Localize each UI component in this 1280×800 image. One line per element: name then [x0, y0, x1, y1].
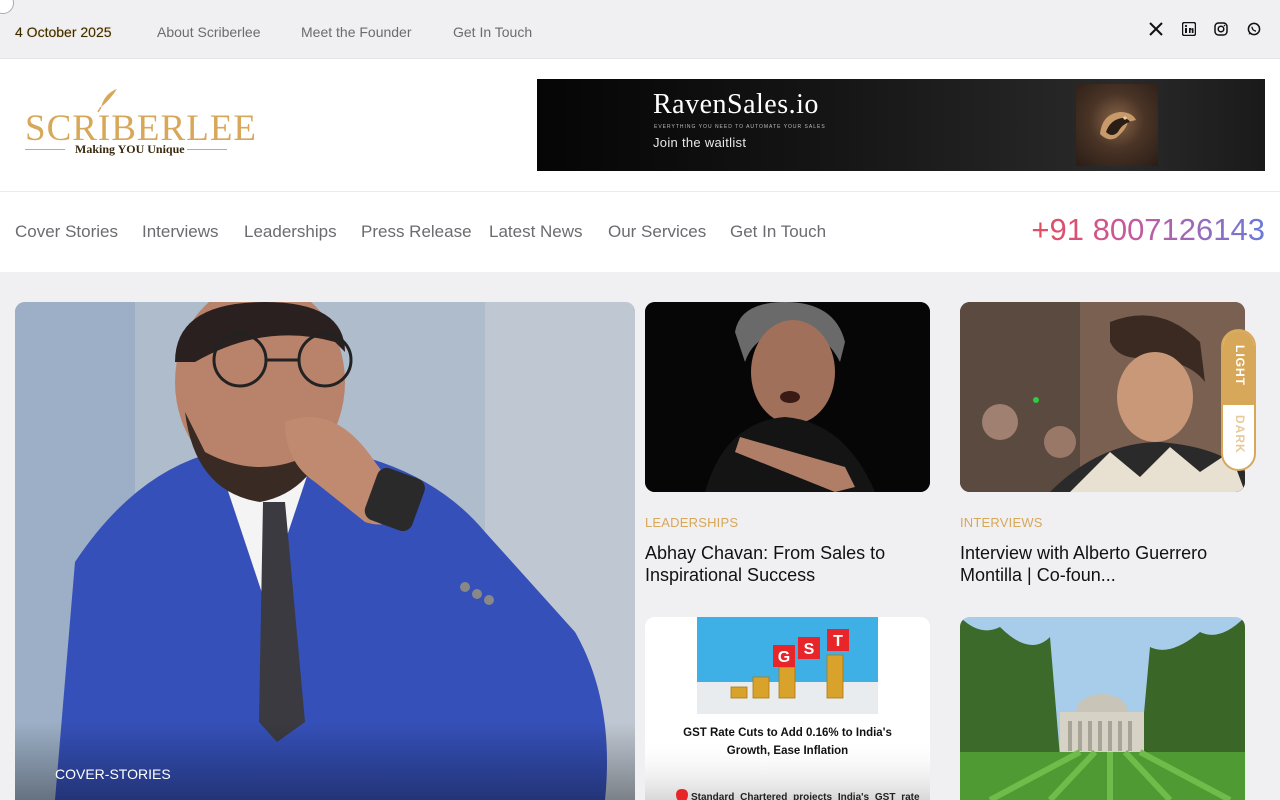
nav-our-services[interactable]: Our Services: [608, 222, 706, 242]
nav-latest-news[interactable]: Latest News: [489, 222, 583, 242]
nav-cover-stories[interactable]: Cover Stories: [15, 222, 118, 242]
banner-subtitle: EVERYTHING YOU NEED TO AUTOMATE YOUR SAL…: [654, 124, 826, 130]
gst-graphic: G S T: [645, 617, 930, 800]
card-title-alberto[interactable]: Interview with Alberto Guerrero Montilla…: [960, 542, 1245, 586]
instagram-icon[interactable]: [1213, 21, 1229, 37]
top-link-founder[interactable]: Meet the Founder: [301, 24, 412, 40]
corner-indicator: [0, 0, 14, 14]
x-icon[interactable]: [1148, 21, 1164, 37]
gst-headline: GST Rate Cuts to Add 0.16% to India's Gr…: [683, 727, 892, 757]
portrait-photo: [960, 302, 1245, 492]
top-link-about[interactable]: About Scriberlee: [157, 24, 261, 40]
location-pin-icon: [676, 789, 688, 800]
nav-get-in-touch[interactable]: Get In Touch: [730, 222, 826, 242]
nav-press-release[interactable]: Press Release: [361, 222, 472, 242]
card-image-alberto[interactable]: [960, 302, 1245, 492]
banner-cta[interactable]: Join the waitlist: [653, 135, 746, 150]
hero-photo: [15, 302, 635, 800]
logo-line-left: [25, 149, 65, 150]
portrait-photo: [645, 302, 930, 492]
current-date: 4 October 2025: [15, 24, 112, 40]
top-link-contact[interactable]: Get In Touch: [453, 24, 532, 40]
site-header: SCRIBERLEE Making YOU Unique RavenSales.…: [0, 59, 1280, 192]
logo-line-right: [187, 149, 227, 150]
card-image-campus[interactable]: [960, 617, 1245, 800]
hero-category[interactable]: COVER-STORIES: [55, 766, 171, 782]
banner-title: RavenSales.io: [653, 89, 819, 120]
raven-icon: [1100, 112, 1136, 140]
logo-tagline: Making YOU Unique: [75, 142, 185, 156]
nav-interviews[interactable]: Interviews: [142, 222, 219, 242]
phone-number[interactable]: +91 8007126143: [1031, 212, 1265, 248]
theme-toggle[interactable]: LIGHT DARK: [1221, 329, 1256, 471]
whatsapp-icon[interactable]: [1246, 21, 1262, 37]
campus-photo: [960, 617, 1245, 800]
nav-leaderships[interactable]: Leaderships: [244, 222, 337, 242]
main-nav: Cover Stories Interviews Leaderships Pre…: [0, 192, 1280, 272]
gst-snippet: Standard Chartered projects India's GST …: [691, 792, 920, 800]
linkedin-icon[interactable]: [1181, 21, 1197, 37]
gst-letter-t: T: [833, 633, 843, 650]
card-title-abhay[interactable]: Abhay Chavan: From Sales to Inspirationa…: [645, 542, 930, 586]
ad-banner[interactable]: RavenSales.io EVERYTHING YOU NEED TO AUT…: [537, 79, 1265, 171]
card-image-gst[interactable]: G S T GST Rate Cuts to Add 0.16% to Indi…: [645, 617, 930, 800]
hero-story[interactable]: COVER-STORIES: [15, 302, 635, 800]
theme-light-label[interactable]: LIGHT: [1233, 345, 1247, 386]
raven-logo: [1076, 84, 1158, 166]
site-logo[interactable]: SCRIBERLEE Making YOU Unique: [25, 87, 256, 159]
card-image-abhay[interactable]: [645, 302, 930, 492]
card-category-leaderships[interactable]: LEADERSHIPS: [645, 515, 738, 530]
theme-dark-label[interactable]: DARK: [1233, 415, 1247, 454]
top-bar: 4 October 2025 About Scriberlee Meet the…: [0, 0, 1280, 59]
card-category-interviews[interactable]: INTERVIEWS: [960, 515, 1043, 530]
gst-letter-g: G: [778, 649, 790, 666]
gst-letter-s: S: [804, 641, 815, 658]
